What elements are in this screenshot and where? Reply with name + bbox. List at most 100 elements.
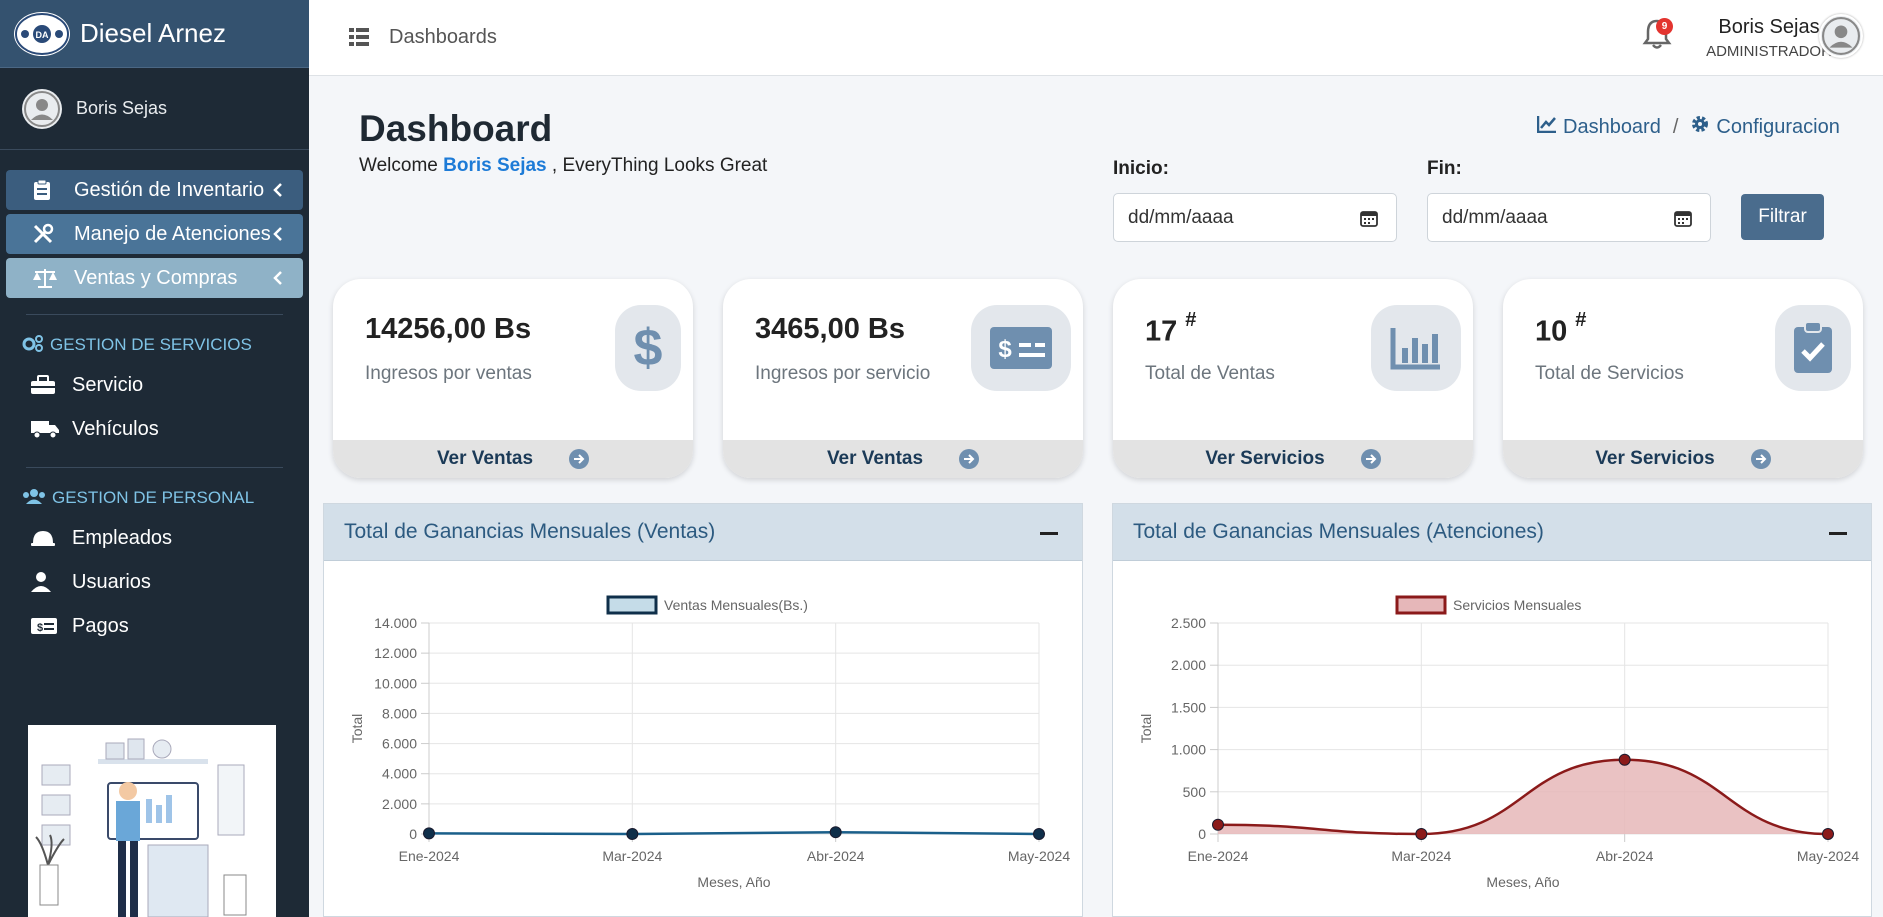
chart-legend: Ventas Mensuales(Bs.): [606, 595, 808, 615]
dollar-icon: $: [615, 305, 681, 391]
ver-ventas-link[interactable]: Ver Ventas: [333, 440, 693, 478]
svg-text:$: $: [998, 336, 1012, 363]
legend-label: Ventas Mensuales(Bs.): [664, 597, 808, 613]
calendar-icon[interactable]: [1674, 209, 1692, 233]
welcome-text: Welcome Boris Sejas , EveryThing Looks G…: [359, 155, 767, 177]
series-line: [428, 830, 1040, 836]
fin-date-input[interactable]: dd/mm/aaaa: [1427, 193, 1711, 242]
clipboard-check-icon: [1775, 305, 1851, 391]
brand-logo-text: DA: [36, 30, 49, 40]
sidebar-item-servicio[interactable]: Servicio: [6, 363, 303, 407]
stat-value: 10 #: [1535, 309, 1586, 349]
ver-servicios-link[interactable]: Ver Servicios: [1113, 440, 1473, 478]
fin-label: Fin:: [1427, 158, 1462, 179]
sidebar-item-usuarios[interactable]: Usuarios: [6, 560, 303, 604]
stat-card-total-ventas: 17 # Total de Ventas Ver Servicios: [1113, 279, 1473, 478]
sidebar-item-manejo-atenciones[interactable]: Manejo de Atenciones: [6, 214, 303, 254]
breadcrumb-dashboard-link[interactable]: Dashboard: [1563, 116, 1661, 139]
sidebar-section-personal: GESTION DE PERSONAL: [6, 480, 303, 516]
calendar-icon[interactable]: [1360, 209, 1378, 233]
minimize-icon[interactable]: [1829, 532, 1847, 535]
data-point: [626, 828, 639, 840]
stat-value: 3465,00 Bs: [755, 313, 905, 346]
avatar[interactable]: [1819, 14, 1863, 58]
inicio-date-placeholder: dd/mm/aaaa: [1128, 206, 1234, 228]
money-check-icon: $: [30, 616, 64, 636]
chart-line-icon: [1536, 115, 1557, 139]
stat-description: Ingresos por servicio: [755, 363, 931, 384]
breadcrumb: Dashboard / Configuracion: [1536, 114, 1840, 140]
stat-value-sup: #: [1185, 309, 1197, 331]
data-point: [1822, 828, 1834, 840]
sidebar-item-empleados[interactable]: Empleados: [6, 516, 303, 560]
y-axis-label: Total: [349, 714, 365, 744]
arrow-circle-right-icon: [1750, 449, 1771, 469]
sidebar-item-ventas-compras[interactable]: Ventas y Compras: [6, 258, 303, 298]
divider: [26, 467, 283, 468]
sidebar-item-label: Ventas y Compras: [74, 266, 238, 289]
cogs-icon: [22, 334, 44, 357]
brand-logo: DA: [14, 11, 70, 56]
y-tick-label: 1.000: [1171, 742, 1206, 758]
x-tick-label: May-2024: [1008, 848, 1070, 864]
data-point: [1618, 753, 1631, 766]
welcome-prefix: Welcome: [359, 155, 438, 176]
card-link-label: Ver Servicios: [1205, 448, 1325, 469]
stat-card-total-servicios: 10 # Total de Servicios Ver Servicios: [1503, 279, 1863, 478]
welcome-suffix: , EveryThing Looks Great: [551, 155, 768, 176]
filter-button[interactable]: Filtrar: [1741, 194, 1824, 240]
stat-description: Ingresos por ventas: [365, 363, 532, 384]
panel-title: Total de Ganancias Mensuales (Atenciones…: [1133, 520, 1544, 543]
clipboard-icon: [32, 179, 62, 201]
stat-description: Total de Servicios: [1535, 363, 1684, 384]
stat-description: Total de Ventas: [1145, 363, 1275, 384]
fin-date-placeholder: dd/mm/aaaa: [1442, 206, 1548, 228]
chart-legend: Servicios Mensuales: [1395, 595, 1581, 615]
sidebar-item-label: Gestión de Inventario: [74, 178, 265, 201]
y-tick-label: 2.500: [1171, 615, 1206, 631]
notification-badge: 9: [1656, 18, 1673, 35]
sidebar-item-pagos[interactable]: $ Pagos: [6, 604, 303, 648]
sidebar-item-gestion-inventario[interactable]: Gestión de Inventario: [6, 170, 303, 210]
y-tick-label: 2.000: [1171, 657, 1206, 673]
menu-list-icon[interactable]: [349, 28, 369, 51]
ver-servicios-link[interactable]: Ver Servicios: [1503, 440, 1863, 478]
stat-value-sup: #: [1575, 309, 1587, 331]
y-tick-label: 500: [1183, 784, 1207, 800]
sidebar-item-vehiculos[interactable]: Vehículos: [6, 407, 303, 451]
data-point: [1033, 828, 1045, 840]
x-tick-label: May-2024: [1797, 848, 1859, 864]
sidebar-item-label: Servicio: [72, 373, 144, 396]
legend-swatch: [1395, 595, 1447, 615]
stat-card-servicio: 3465,00 Bs Ingresos por servicio $ Ver V…: [723, 279, 1083, 478]
atenciones-chart-panel: Total de Ganancias Mensuales (Atenciones…: [1112, 503, 1872, 917]
panel-title: Total de Ganancias Mensuales (Ventas): [344, 520, 716, 543]
y-tick-label: 0: [1198, 826, 1206, 842]
divider: [26, 314, 283, 315]
minimize-icon[interactable]: [1040, 532, 1058, 535]
sidebar-illustration: [28, 725, 276, 917]
stat-card-ventas: 14256,00 Bs Ingresos por ventas $ Ver Ve…: [333, 279, 693, 478]
money-check-icon: $: [971, 305, 1071, 391]
ver-ventas-link[interactable]: Ver Ventas: [723, 440, 1083, 478]
chart-bar-icon: [1371, 305, 1461, 391]
balance-scale-icon: [32, 267, 62, 289]
y-tick-label: 14.000: [374, 615, 417, 631]
panel-header: Total de Ganancias Mensuales (Ventas): [324, 504, 1082, 561]
sidebar-section-label: GESTION DE SERVICIOS: [50, 335, 252, 354]
atenciones-area-chart: Servicios Mensuales 0 500 1.000 1.500 2.000 2.…: [1138, 595, 1859, 890]
chevron-left-icon: [273, 269, 283, 292]
sidebar-user-panel[interactable]: Boris Sejas: [0, 68, 309, 150]
sidebar-item-label: Usuarios: [72, 570, 151, 593]
users-icon: [22, 487, 46, 510]
inicio-date-input[interactable]: dd/mm/aaaa: [1113, 193, 1397, 242]
y-axis-label: Total: [1138, 714, 1154, 744]
cog-icon: [1690, 114, 1710, 140]
x-axis-label: Meses, Año: [1486, 874, 1559, 890]
breadcrumb-config-link[interactable]: Configuracion: [1716, 116, 1839, 139]
brand[interactable]: DA Diesel Arnez: [0, 0, 309, 68]
y-tick-label: 4.000: [382, 766, 417, 782]
stat-value-text: 17: [1145, 315, 1178, 348]
stat-value-text: 3465,00 Bs: [755, 313, 905, 345]
header-breadcrumb[interactable]: Dashboards: [389, 26, 497, 49]
